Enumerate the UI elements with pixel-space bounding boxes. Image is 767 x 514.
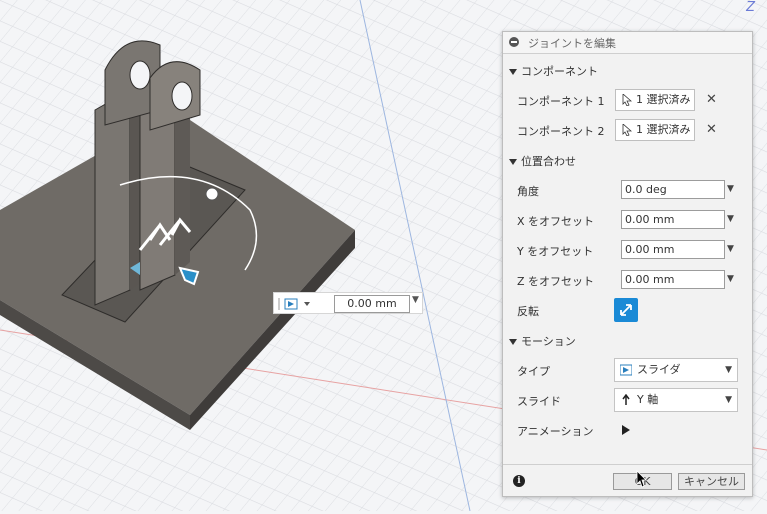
angle-dropdown-icon[interactable]: ▼ xyxy=(727,184,734,194)
chevron-down-icon: ▼ xyxy=(725,365,732,375)
edit-joint-dialog: ジョイントを編集 コンポーネント コンポーネント 1 1 選択済み ✕ コンポー… xyxy=(502,31,753,497)
slide-label: スライド xyxy=(517,395,561,408)
dialog-title: ジョイントを編集 xyxy=(528,37,616,50)
x-offset-input[interactable]: 0.00 mm xyxy=(621,210,725,229)
type-label: タイプ xyxy=(517,365,550,378)
section-alignment[interactable]: 位置合わせ xyxy=(509,153,576,169)
play-icon[interactable] xyxy=(622,425,630,435)
y-offset-dropdown-icon[interactable]: ▼ xyxy=(727,244,734,254)
z-offset-input[interactable]: 0.00 mm xyxy=(621,270,725,289)
pointer-icon xyxy=(622,94,632,106)
dialog-header: ジョイントを編集 xyxy=(503,32,752,54)
chevron-down-icon: ▼ xyxy=(725,395,732,405)
z-offset-dropdown-icon[interactable]: ▼ xyxy=(727,274,734,284)
angle-label: 角度 xyxy=(517,185,539,198)
clear-component1-icon[interactable]: ✕ xyxy=(706,92,717,107)
flip-label: 反転 xyxy=(517,305,539,318)
canvas-offset-dropdown-icon[interactable]: ▼ xyxy=(412,295,419,305)
expand-triangle-icon xyxy=(509,159,517,165)
angle-input[interactable]: 0.0 deg xyxy=(621,180,725,199)
y-offset-input[interactable]: 0.00 mm xyxy=(621,240,725,259)
dialog-footer: i OK キャンセル xyxy=(503,464,752,496)
section-motion[interactable]: モーション xyxy=(509,333,576,349)
expand-triangle-icon xyxy=(509,339,517,345)
motion-type-select[interactable]: スライダ ▼ xyxy=(614,358,738,382)
section-components[interactable]: コンポーネント xyxy=(509,63,598,79)
component2-select[interactable]: 1 選択済み xyxy=(615,119,695,141)
y-offset-label: Y をオフセット xyxy=(517,245,594,258)
animation-label: アニメーション xyxy=(517,425,594,438)
pointer-icon xyxy=(622,124,632,136)
x-offset-dropdown-icon[interactable]: ▼ xyxy=(727,214,734,224)
z-offset-label: Z をオフセット xyxy=(517,275,595,288)
flip-arrows-icon xyxy=(620,304,632,316)
component1-label: コンポーネント 1 xyxy=(517,95,605,108)
canvas-offset-input[interactable]: 0.00 mm xyxy=(334,295,410,313)
slider-joint-icon xyxy=(620,364,632,376)
x-offset-label: X をオフセット xyxy=(517,215,595,228)
info-icon[interactable]: i xyxy=(513,475,525,487)
flip-button[interactable] xyxy=(614,298,638,322)
collapse-icon[interactable] xyxy=(509,37,519,47)
expand-triangle-icon xyxy=(509,69,517,75)
cancel-button[interactable]: キャンセル xyxy=(678,473,745,490)
slide-axis-select[interactable]: Y 軸 ▼ xyxy=(614,388,738,412)
slider-mode-icon[interactable] xyxy=(278,296,314,312)
component2-label: コンポーネント 2 xyxy=(517,125,605,138)
arrow-up-icon xyxy=(622,394,630,405)
component1-select[interactable]: 1 選択済み xyxy=(615,89,695,111)
mouse-cursor-icon xyxy=(636,470,647,488)
canvas-offset-box: 0.00 mm ▼ xyxy=(273,292,423,314)
clear-component2-icon[interactable]: ✕ xyxy=(706,122,717,137)
axis-z-label: Z xyxy=(746,0,755,15)
